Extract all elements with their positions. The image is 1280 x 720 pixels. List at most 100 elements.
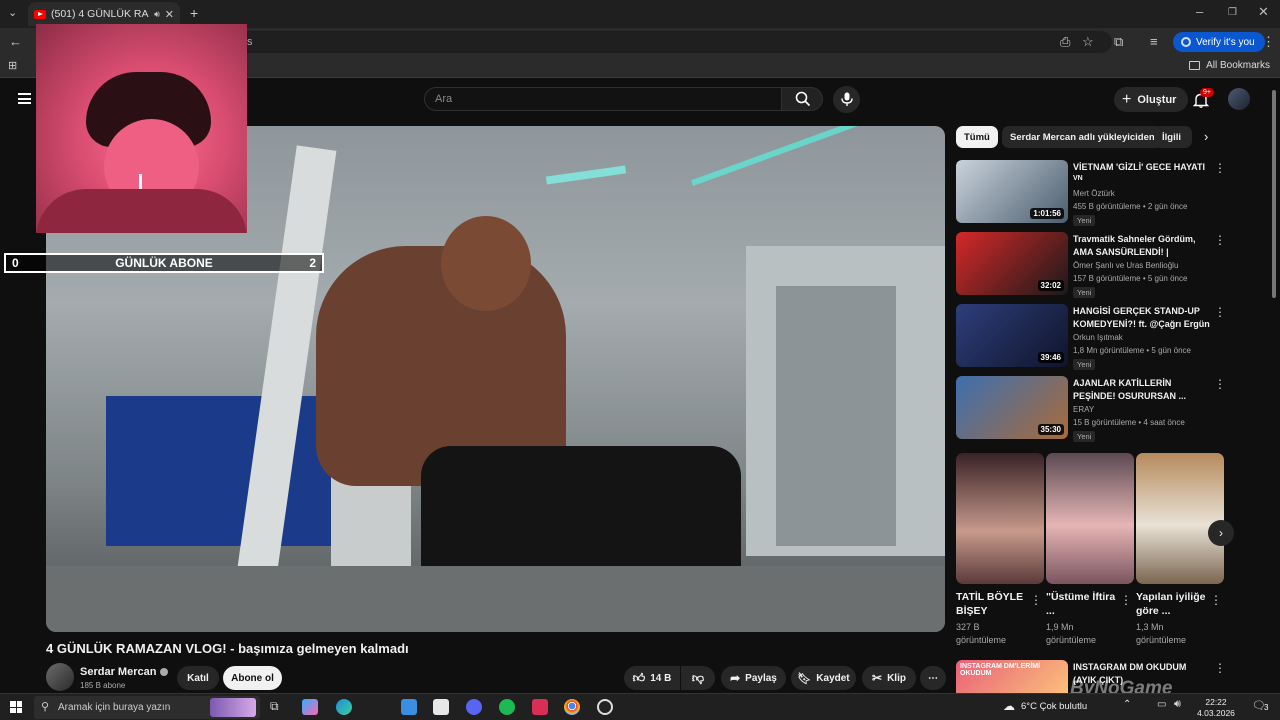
like-button[interactable]: 👍︎ 14 B	[624, 666, 680, 690]
share-button[interactable]: ➦ Paylaş	[721, 666, 786, 690]
account-avatar[interactable]	[1228, 88, 1250, 110]
verify-identity-button[interactable]: Verify it's you	[1173, 32, 1265, 52]
search-icon: ⚲	[41, 701, 50, 713]
copilot-icon[interactable]	[302, 699, 318, 715]
back-arrow-icon[interactable]: ←	[9, 34, 22, 49]
channel-avatar[interactable]	[46, 663, 74, 691]
share-label: Paylaş	[745, 672, 777, 684]
new-tab-button[interactable]: +	[190, 5, 198, 21]
recommendation-item[interactable]: 35:30 AJANLAR KATİLLERİN PEŞİNDE! OSURUR…	[956, 376, 1226, 442]
chips-next-icon[interactable]: ›	[1204, 129, 1208, 144]
search-highlight-flowers	[210, 698, 256, 717]
task-view-icon[interactable]: ⧉	[270, 699, 286, 715]
spotify-icon[interactable]	[499, 699, 515, 715]
short-item[interactable]: Yapılan iyiliğe göre ... 1,3 Mn görüntül…	[1136, 453, 1224, 647]
ceiling-lights	[691, 126, 881, 187]
subscribe-label: Abone ol	[231, 672, 274, 684]
save-button[interactable]: 🔖︎ Kaydet	[791, 666, 856, 690]
network-icon[interactable]: ▭	[1157, 699, 1166, 710]
recommendation-item[interactable]: 39:46 HANGİSİ GERÇEK STAND-UP KOMEDYENİ?…	[956, 304, 1226, 370]
windows-start-icon[interactable]	[10, 701, 22, 713]
daily-subscriber-counter: 0 GÜNLÜK ABONE 2	[4, 253, 324, 273]
short-views: 1,9 Mn görüntüleme	[1046, 622, 1097, 645]
chip-related[interactable]: İlgili	[1154, 126, 1192, 148]
reading-list-icon[interactable]: ≡	[1150, 34, 1158, 49]
subscribe-button[interactable]: Abone ol	[223, 666, 282, 690]
page-scrollbar[interactable]	[1272, 90, 1276, 298]
clock-date: 4.03.2026	[1197, 708, 1235, 718]
bookmark-icon: 🔖︎	[797, 672, 812, 685]
tab-search-icon[interactable]: ⌄	[8, 6, 17, 19]
channel-name-link[interactable]: Serdar Mercan	[80, 666, 169, 678]
clip-button[interactable]: ✂ Klip	[862, 666, 916, 690]
mail-icon[interactable]	[401, 699, 417, 715]
tab-title: (501) 4 GÜNLÜK RAMAZAN	[51, 8, 149, 20]
taskbar-search-input[interactable]: ⚲ Aramak için buraya yazın	[34, 696, 260, 719]
join-button[interactable]: Katıl	[177, 666, 219, 690]
tray-chevron-icon[interactable]: ⌃	[1123, 699, 1131, 710]
speaker-icon[interactable]: 🔊︎	[154, 9, 160, 20]
clip-label: Klip	[887, 672, 906, 684]
rec-channel: Ömer Şanlı ve Uras Benlioğlu	[1073, 261, 1178, 270]
install-app-icon[interactable]: ⎙	[1060, 34, 1070, 50]
shorts-next-button[interactable]: ›	[1208, 520, 1234, 546]
obs-icon[interactable]	[597, 699, 613, 715]
close-window-button[interactable]: ✕	[1258, 4, 1269, 20]
notification-count: 3	[1264, 703, 1269, 712]
minimize-button[interactable]: –	[1196, 4, 1203, 19]
rec-menu-icon[interactable]: ⋮	[1214, 661, 1226, 675]
short-item[interactable]: "Üstüme İftira ... 1,9 Mn görüntüleme ⋮	[1046, 453, 1134, 647]
short-menu-icon[interactable]: ⋮	[1120, 593, 1132, 607]
recommendation-item[interactable]: 32:02 Travmatik Sahneler Gördüm, AMA SAN…	[956, 232, 1226, 298]
chip-label: Serdar Mercan adlı yükleyiciden	[1010, 131, 1155, 143]
chip-label: İlgili	[1162, 131, 1181, 143]
new-badge: Yeni	[1073, 359, 1096, 370]
rec-thumb-label: VN	[1073, 175, 1083, 182]
dislike-button[interactable]: 👎︎	[681, 666, 715, 690]
guide-menu-icon[interactable]	[18, 93, 31, 104]
app-red-icon[interactable]	[532, 699, 548, 715]
store-icon[interactable]	[433, 699, 449, 715]
counter-left-value: 0	[12, 256, 19, 270]
rec-menu-icon[interactable]: ⋮	[1214, 233, 1226, 247]
chip-all[interactable]: Tümü	[956, 126, 998, 148]
video-thumbnail: 35:30	[956, 376, 1068, 439]
video-title: 4 GÜNLÜK RAMAZAN VLOG! - başımıza gelmey…	[46, 641, 409, 656]
apps-grid-icon[interactable]: ⊞	[8, 59, 17, 72]
short-title: Yapılan iyiliğe göre ...	[1136, 591, 1206, 617]
short-menu-icon[interactable]: ⋮	[1030, 593, 1042, 607]
search-button[interactable]	[781, 87, 823, 111]
bookmark-star-icon[interactable]: ☆	[1082, 34, 1094, 50]
taskbar-clock[interactable]: 22:22 4.03.2026	[1196, 697, 1236, 719]
weather-text[interactable]: 6°C Çok bulutlu	[1021, 701, 1087, 712]
video-thumbnail: 1:01:56	[956, 160, 1068, 223]
volume-icon[interactable]: 🔊︎	[1174, 698, 1181, 711]
close-tab-icon[interactable]: ✕	[165, 8, 174, 21]
discord-icon[interactable]	[466, 699, 482, 715]
rec-channel: ERAY	[1073, 405, 1095, 414]
more-actions-button[interactable]: ⋯	[920, 666, 946, 690]
extensions-icon[interactable]: ⧉	[1114, 34, 1123, 50]
search-input[interactable]: Ara	[424, 87, 782, 111]
chrome-icon[interactable]	[564, 699, 580, 715]
edge-icon[interactable]	[336, 699, 352, 715]
short-thumbnail	[1136, 453, 1224, 584]
rec-menu-icon[interactable]: ⋮	[1214, 305, 1226, 319]
short-item[interactable]: TATİL BÖYLE BİŞEY 327 B görüntüleme ⋮	[956, 453, 1044, 647]
recommendation-item[interactable]: 1:01:56 VİETNAM 'GİZLİ' GECE HAYATI VN M…	[956, 160, 1226, 226]
rec-meta: 1,8 Mn görüntüleme • 5 gün önce	[1073, 346, 1191, 355]
voice-search-button[interactable]	[833, 86, 860, 113]
all-bookmarks-button[interactable]: All Bookmarks	[1189, 60, 1270, 71]
related-filter-chips: Tümü Serdar Mercan adlı yükleyiciden İlg…	[956, 126, 1218, 148]
chip-from-uploader[interactable]: Serdar Mercan adlı yükleyiciden	[1002, 126, 1163, 148]
rec-menu-icon[interactable]: ⋮	[1214, 377, 1226, 391]
short-menu-icon[interactable]: ⋮	[1210, 593, 1222, 607]
browser-tab-active[interactable]: (501) 4 GÜNLÜK RAMAZAN 🔊︎ ✕	[28, 2, 180, 26]
weather-icon[interactable]: ☁	[1003, 699, 1015, 713]
save-label: Kaydet	[816, 672, 850, 684]
rec-menu-icon[interactable]: ⋮	[1214, 161, 1226, 175]
create-button[interactable]: + Oluştur	[1114, 87, 1189, 112]
like-count: 14 B	[650, 672, 672, 684]
restore-button[interactable]: ❐	[1228, 7, 1237, 18]
rec-meta: 15 B görüntüleme • 4 saat önce	[1073, 418, 1185, 427]
